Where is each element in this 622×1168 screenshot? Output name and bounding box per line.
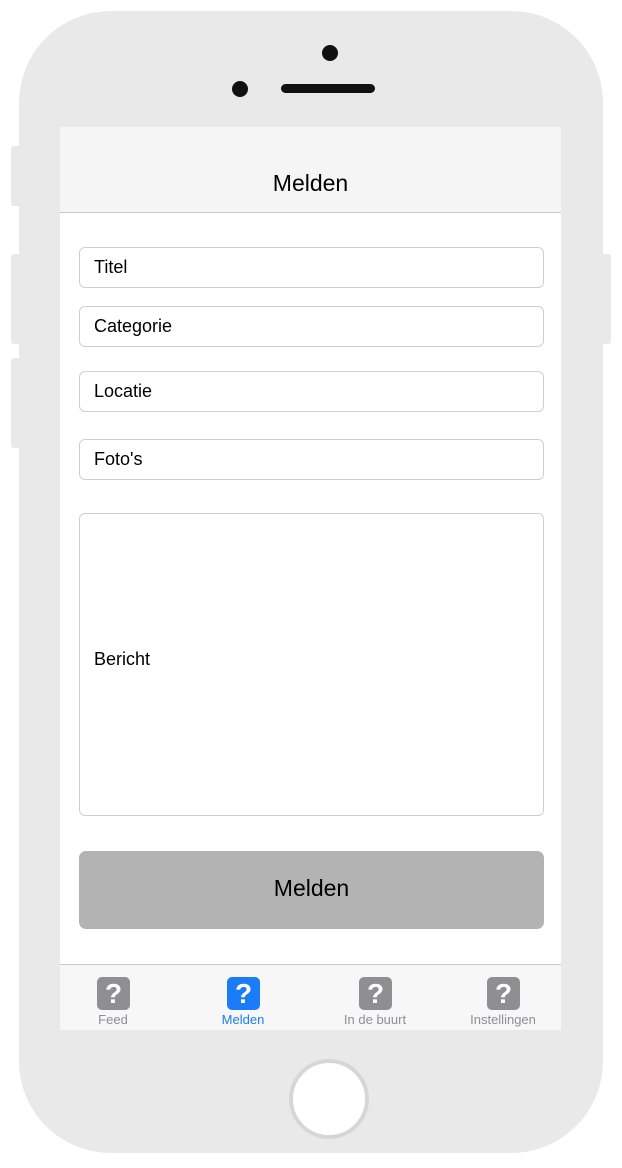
proximity-sensor	[232, 81, 248, 97]
volume-up-button	[11, 254, 21, 344]
tab-feed[interactable]: ? Feed	[60, 965, 173, 1030]
tab-label: Instellingen	[470, 1012, 536, 1027]
tab-label: Melden	[221, 1012, 265, 1027]
navigation-bar: Melden	[60, 127, 561, 213]
photos-field[interactable]: Foto's	[79, 439, 544, 480]
tab-in-de-buurt[interactable]: ? In de buurt	[315, 965, 435, 1030]
page-title: Melden	[272, 170, 349, 196]
mute-switch	[11, 146, 21, 206]
submit-button[interactable]: Melden	[79, 851, 544, 929]
title-field[interactable]: Titel	[79, 247, 544, 288]
title-field-label: Titel	[94, 257, 128, 277]
power-button	[601, 254, 611, 344]
message-textarea[interactable]: Bericht	[79, 513, 544, 816]
home-button[interactable]	[289, 1059, 369, 1139]
tab-melden[interactable]: ? Melden	[183, 965, 303, 1030]
volume-down-button	[11, 358, 21, 448]
question-mark-icon: ?	[359, 977, 392, 1010]
tab-label: In de buurt	[343, 1012, 407, 1027]
app-screen: Melden Titel Categorie Locatie Foto's Be…	[60, 127, 561, 1030]
location-field-label: Locatie	[94, 381, 153, 401]
earpiece-speaker	[281, 84, 375, 93]
tab-bar: ? Feed ? Melden ? In de buurt ? Instelli…	[60, 964, 561, 1030]
question-mark-icon: ?	[227, 977, 260, 1010]
location-field[interactable]: Locatie	[79, 371, 544, 412]
category-field[interactable]: Categorie	[79, 306, 544, 347]
question-mark-icon: ?	[487, 977, 520, 1010]
tab-label: Feed	[98, 1012, 128, 1027]
category-field-label: Categorie	[94, 316, 173, 336]
photos-field-label: Foto's	[94, 449, 143, 469]
front-camera	[322, 45, 338, 61]
message-textarea-label: Bericht	[94, 649, 151, 669]
question-mark-icon: ?	[97, 977, 130, 1010]
tab-instellingen[interactable]: ? Instellingen	[443, 965, 561, 1030]
